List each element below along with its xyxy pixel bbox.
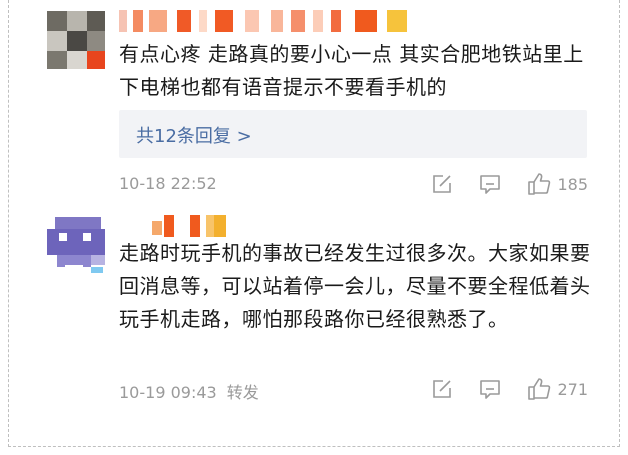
avatar[interactable] bbox=[47, 11, 105, 69]
edit-button[interactable] bbox=[431, 378, 453, 400]
comment-time: 10-19 09:43 bbox=[119, 383, 217, 402]
like-count: 271 bbox=[557, 379, 588, 399]
comment-actions: 271 bbox=[411, 376, 588, 402]
username-redacted[interactable] bbox=[152, 215, 232, 237]
comment-item: 走路时玩手机的事故已经发生过很多次。大家如果要回消息等，可以站着停一会儿，尽量不… bbox=[0, 205, 628, 420]
username-redacted[interactable] bbox=[119, 10, 409, 32]
reply-button[interactable] bbox=[479, 378, 501, 400]
edit-button[interactable] bbox=[431, 173, 453, 195]
like-button[interactable]: 185 bbox=[527, 172, 588, 196]
thumbs-up-icon bbox=[528, 173, 551, 195]
thumbs-up-icon bbox=[528, 378, 551, 400]
view-replies-link[interactable]: 共12条回复 > bbox=[136, 122, 252, 148]
comment-icon bbox=[480, 380, 501, 399]
avatar[interactable] bbox=[47, 215, 105, 273]
like-button[interactable]: 271 bbox=[527, 377, 588, 401]
comment-icon bbox=[480, 175, 501, 194]
comment-text: 有点心疼 走路真的要小心一点 其实合肥地铁站里上下电梯也都有语音提示不要看手机的 bbox=[119, 42, 584, 99]
comment-meta: 10-19 09:43 转发 bbox=[119, 379, 259, 403]
reply-button[interactable] bbox=[479, 173, 501, 195]
comment-time: 10-18 22:52 bbox=[119, 174, 217, 193]
comment-item: 有点心疼 走路真的要小心一点 其实合肥地铁站里上下电梯也都有语音提示不要看手机的… bbox=[0, 0, 628, 205]
comment-meta: 10-18 22:52 bbox=[119, 174, 217, 193]
comment-text: 走路时玩手机的事故已经发生过很多次。大家如果要回消息等，可以站着停一会儿，尽量不… bbox=[119, 241, 591, 331]
replies-panel[interactable]: 共12条回复 > bbox=[119, 110, 587, 158]
like-count: 185 bbox=[557, 174, 588, 194]
comment-actions: 185 bbox=[411, 171, 588, 197]
edit-icon bbox=[433, 175, 452, 193]
edit-icon bbox=[433, 380, 452, 398]
repost-link[interactable]: 转发 bbox=[227, 383, 259, 402]
